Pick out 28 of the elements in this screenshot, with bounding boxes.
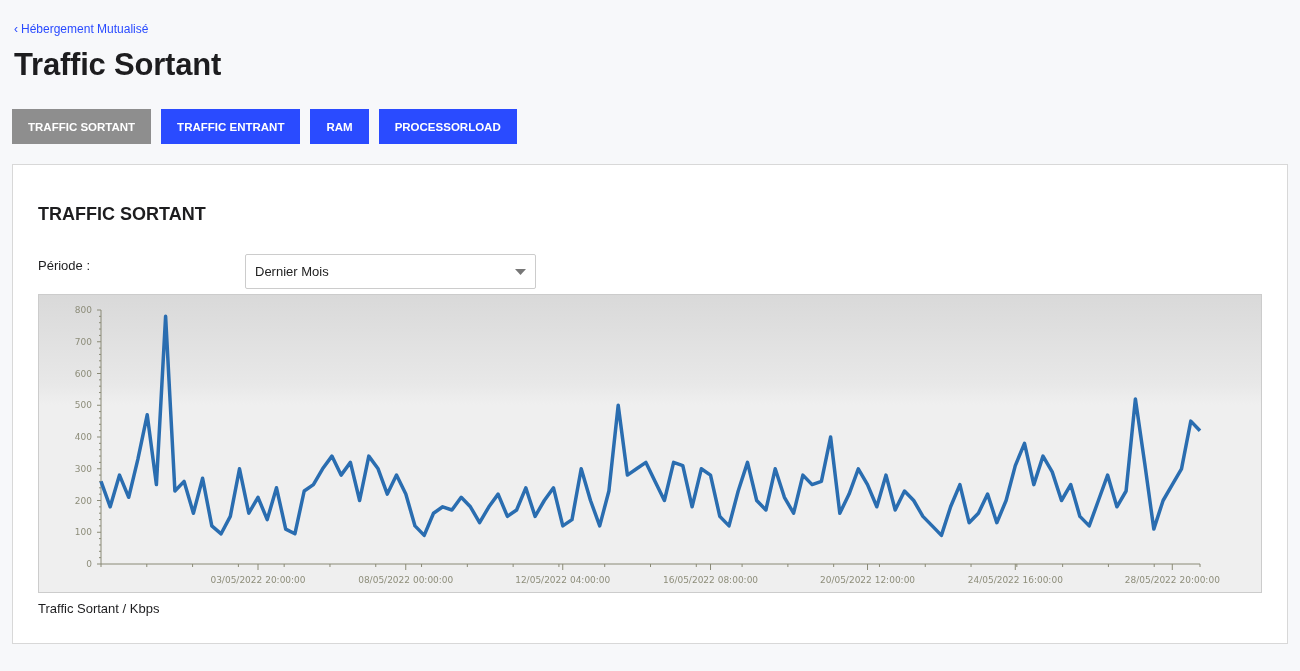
chevron-left-icon: ‹ [14,22,18,36]
y-tick-label: 800 [74,305,92,315]
x-tick-label: 08/05/2022 00:00:00 [358,575,454,585]
y-tick-label: 100 [74,527,92,538]
x-tick-label: 20/05/2022 12:00:00 [819,575,916,585]
tab-button[interactable]: RAM [310,109,369,144]
x-tick-label: 16/05/2022 08:00:00 [662,575,759,585]
period-dropdown[interactable]: Dernier Mois [245,254,536,289]
tab-button[interactable]: PROCESSORLOAD [378,109,517,144]
y-tick-label: 200 [74,495,92,506]
x-tick-label: 24/05/2022 16:00:00 [967,575,1063,585]
tab-button[interactable]: TRAFFIC ENTRANT [161,109,301,144]
breadcrumb-link[interactable]: ‹ Hébergement Mutualisé [14,22,149,36]
caret-down-icon [515,268,526,275]
x-tick-label: 28/05/2022 20:00:00 [1124,575,1220,585]
x-tick-label: 12/05/2022 04:00:00 [515,575,611,585]
x-tick-label: 03/05/2022 20:00:00 [210,575,306,585]
y-tick-label: 600 [74,368,92,379]
y-tick-label: 700 [74,336,92,347]
card-title: TRAFFIC SORTANT [38,204,207,225]
period-label: Période : [38,257,92,273]
tab-button[interactable]: TRAFFIC SORTANT [12,109,152,144]
page-title: Traffic Sortant [14,47,223,83]
y-tick-label: 500 [74,400,92,411]
chart-caption: Traffic Sortant / Kbps [38,601,161,616]
y-tick-label: 0 [86,559,92,569]
y-tick-label: 300 [74,463,92,474]
y-tick-label: 400 [74,432,92,442]
